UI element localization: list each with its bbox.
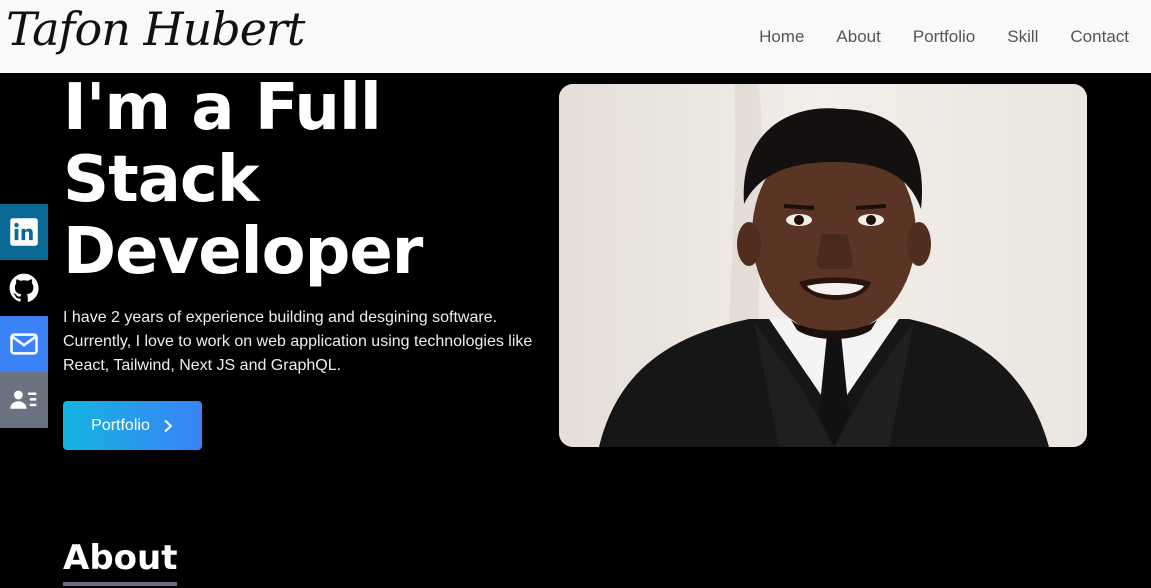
- nav-contact-link[interactable]: Contact: [1070, 27, 1129, 47]
- resume-link[interactable]: [0, 372, 48, 428]
- profile-photo: [559, 84, 1087, 447]
- github-icon: [9, 273, 39, 302]
- hero-title: I'm a Full Stack Developer: [63, 71, 423, 289]
- about-heading: About: [63, 538, 178, 586]
- hero-description: I have 2 years of experience building an…: [63, 309, 533, 374]
- top-navbar: Tafon Hubert Home About Portfolio Skill …: [0, 0, 1151, 73]
- portfolio-button[interactable]: Portfolio: [63, 401, 202, 450]
- nav-home-link[interactable]: Home: [759, 27, 804, 47]
- linkedin-link[interactable]: [0, 204, 48, 260]
- nav-skill-link[interactable]: Skill: [1007, 27, 1038, 47]
- portfolio-button-label: Portfolio: [91, 416, 150, 434]
- email-link[interactable]: [0, 316, 48, 372]
- nav-about-link[interactable]: About: [836, 27, 880, 47]
- main-nav: Home About Portfolio Skill Contact: [759, 0, 1151, 73]
- social-sidebar: [0, 204, 48, 428]
- linkedin-icon: [10, 218, 38, 246]
- contact-card-icon: [10, 390, 37, 409]
- mail-icon: [10, 333, 38, 355]
- github-link[interactable]: [0, 260, 48, 316]
- site-logo[interactable]: Tafon Hubert: [6, 2, 305, 56]
- nav-portfolio-link[interactable]: Portfolio: [913, 27, 975, 47]
- chevron-right-icon: [164, 419, 173, 432]
